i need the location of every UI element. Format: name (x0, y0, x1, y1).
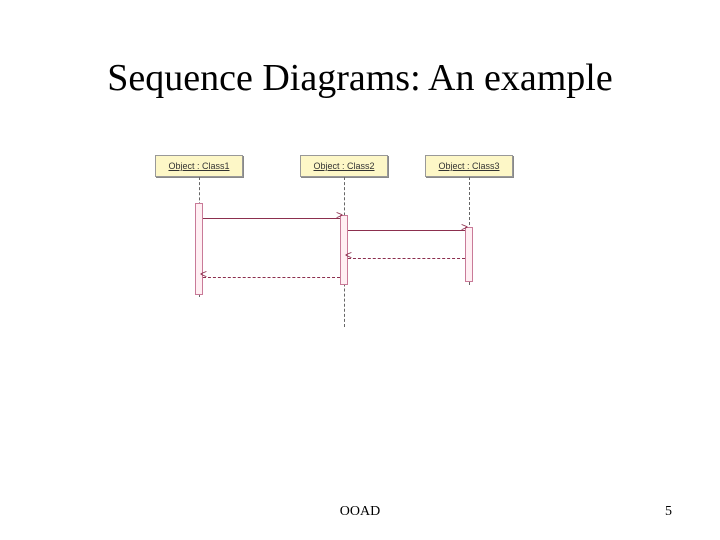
arrowhead-icon: > (336, 212, 343, 218)
object-box-3: Object : Class3 (425, 155, 513, 177)
message-2: > (348, 230, 465, 231)
object-box-2: Object : Class2 (300, 155, 388, 177)
footer-label: OOAD (0, 504, 720, 520)
arrowhead-icon: < (200, 271, 207, 277)
message-4-return: < (203, 277, 340, 278)
message-3-return: < (348, 258, 465, 259)
activation-bar-3 (465, 227, 473, 282)
activation-bar-1 (195, 203, 203, 295)
sequence-diagram: Object : Class1 Object : Class2 Object :… (155, 155, 525, 330)
arrowhead-icon: < (345, 252, 352, 258)
arrowhead-icon: > (461, 224, 468, 230)
page-number: 5 (665, 504, 672, 520)
message-1: > (203, 218, 340, 219)
slide: Sequence Diagrams: An example Object : C… (0, 0, 720, 540)
slide-title: Sequence Diagrams: An example (0, 56, 720, 100)
object-box-1: Object : Class1 (155, 155, 243, 177)
